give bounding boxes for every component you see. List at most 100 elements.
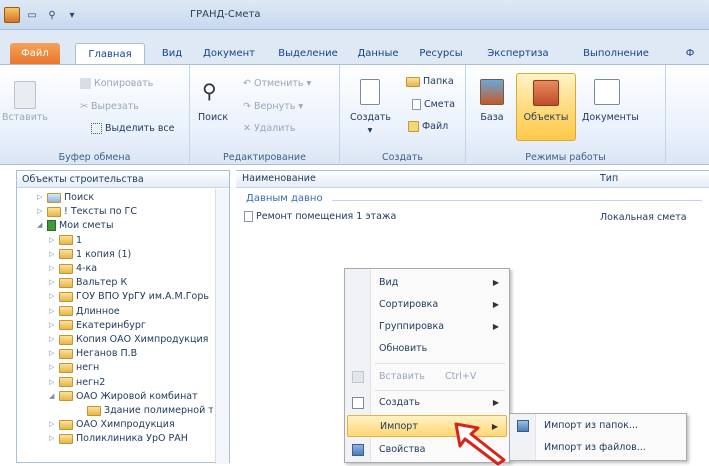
group-label-create: Создать — [381, 152, 424, 163]
tree-item-label: Екатеринбург — [76, 319, 146, 331]
expander-icon[interactable]: ▷ — [49, 319, 56, 332]
tree-item[interactable]: ▷ ! Тексты по ГС — [37, 205, 137, 218]
tab-view[interactable]: Вид — [155, 43, 189, 65]
expander-icon[interactable]: ▷ — [49, 376, 56, 389]
redo-button[interactable]: ↷ Вернуть ▾ — [243, 101, 303, 112]
red-arrow-icon — [454, 422, 506, 466]
expander-icon[interactable]: ▷ — [37, 191, 44, 204]
tab-resources[interactable]: Ресурсы — [410, 43, 472, 65]
tab-file[interactable]: Файл — [10, 43, 60, 65]
menu-item-refresh[interactable]: Обновить — [347, 338, 507, 360]
undo-button[interactable]: ↶ Отменить ▾ — [243, 78, 311, 89]
search-button[interactable]: Поиск — [198, 112, 228, 123]
tree-header: Объекты строительства — [17, 171, 229, 188]
tree-item[interactable]: ▷ ГОУ ВПО УрГУ им.А.М.Горь — [49, 290, 209, 303]
tree-item[interactable]: ◢ ОАО Жировой комбинат — [49, 390, 198, 403]
search-folder-icon — [47, 192, 61, 203]
expander-icon[interactable]: ▷ — [49, 290, 56, 303]
submenu-arrow-icon: ▶ — [492, 278, 499, 287]
group-label-editing: Редактирование — [223, 152, 306, 163]
tree-scrollbar[interactable] — [215, 189, 229, 464]
group-header[interactable]: Давным давно — [246, 193, 323, 204]
expander-icon[interactable]: ▷ — [49, 234, 56, 247]
tab-execution[interactable]: Выполнение — [574, 43, 658, 65]
expander-icon[interactable]: ▷ — [49, 248, 56, 261]
expander-icon[interactable]: ▷ — [49, 305, 56, 318]
objects-button[interactable]: Объекты — [516, 73, 576, 141]
tree-item[interactable]: ▷ Поиск — [37, 191, 94, 204]
tab-overflow[interactable]: Ф — [680, 43, 700, 65]
undo-icon: ↶ — [243, 78, 251, 89]
expander-icon[interactable]: ▷ — [49, 262, 56, 275]
folder-button[interactable]: Папка — [406, 76, 454, 87]
tree-item[interactable]: ▷ 4-ка — [49, 262, 97, 275]
tree-item[interactable]: ▷ Екатеринбург — [49, 319, 146, 332]
tree-item[interactable]: ▷ Копия ОАО Химпродукция — [49, 333, 208, 346]
tree-item[interactable]: ▷ Неганов П.В — [49, 347, 137, 360]
tree-item[interactable]: ▷ 1 копия (1) — [49, 248, 131, 261]
group-clipboard: Вставить Копировать ✂ Вырезать Выделить в… — [0, 65, 190, 165]
binoculars-icon: ⚲ — [202, 79, 217, 103]
list-row[interactable]: Ремонт помещения 1 этажа — [244, 211, 396, 222]
folder-icon — [59, 419, 73, 430]
expander-icon[interactable]: ◢ — [49, 390, 56, 403]
copy-button[interactable]: Копировать — [80, 78, 153, 89]
select-all-button[interactable]: Выделить все — [91, 123, 175, 134]
paste-button[interactable]: Вставить — [2, 112, 48, 123]
estimate-button[interactable]: Смета — [412, 99, 455, 110]
column-header-name[interactable]: Наименование — [242, 173, 316, 184]
expander-icon[interactable]: ◢ — [37, 219, 44, 232]
tree-item[interactable]: ▷ Вальтер К — [49, 276, 127, 289]
tree-item[interactable]: Здание полимерной тар — [77, 404, 213, 417]
expander-icon[interactable]: ▷ — [49, 418, 56, 431]
expander-icon[interactable]: ▷ — [37, 205, 44, 218]
save-icon[interactable]: ▭ — [24, 7, 40, 23]
menu-separator — [375, 390, 505, 391]
tab-document[interactable]: Документ — [196, 43, 262, 65]
tab-home[interactable]: Главная — [75, 43, 145, 65]
tree-item[interactable]: ▷ негн2 — [49, 376, 105, 389]
tree-item[interactable]: ▷ Длинное — [49, 305, 120, 318]
create-button[interactable]: Создать — [350, 112, 391, 123]
menu-item-view[interactable]: Вид ▶ — [347, 272, 507, 294]
delete-button[interactable]: ✕ Удалить — [243, 123, 296, 134]
menu-item-paste[interactable]: Вставить Ctrl+V — [347, 366, 507, 388]
expander-icon[interactable]: ▷ — [49, 333, 56, 346]
folder-icon — [59, 377, 73, 388]
folder-icon — [59, 277, 73, 288]
tab-data[interactable]: Данные — [352, 43, 404, 65]
base-button[interactable]: База — [476, 112, 508, 123]
tree-item-label: ОАО Химпродукция — [76, 419, 175, 431]
expander-icon[interactable]: ▷ — [49, 347, 56, 360]
folder-icon — [59, 334, 73, 345]
menu-item-import-files[interactable]: Импорт из файлов... — [512, 437, 684, 459]
menu-item-group[interactable]: Группировка ▶ — [347, 316, 507, 338]
expander-icon[interactable]: ▷ — [49, 361, 56, 374]
expander-icon[interactable]: ▷ — [49, 276, 56, 289]
tab-selection[interactable]: Выделение — [272, 43, 344, 65]
menu-item-sort[interactable]: Сортировка ▶ — [347, 294, 507, 316]
expander-icon[interactable]: ▷ — [49, 432, 56, 445]
cut-button[interactable]: ✂ Вырезать — [80, 101, 139, 112]
file-button[interactable]: Файл — [408, 121, 448, 132]
tree-item[interactable]: ▷ Поликлиника УрО РАН — [49, 432, 188, 445]
app-icon[interactable] — [4, 7, 20, 23]
tree-item[interactable]: ▷ 1 — [49, 234, 82, 247]
documents-button[interactable]: Документы — [582, 112, 639, 123]
submenu-arrow-icon: ▶ — [492, 398, 499, 407]
tab-expertise[interactable]: Экспертиза — [478, 43, 558, 65]
chevron-down-icon[interactable]: ▾ — [64, 7, 80, 23]
binoculars-icon[interactable]: ⚲ — [44, 7, 60, 23]
menu-separator — [375, 363, 505, 364]
column-header-type[interactable]: Тип — [600, 173, 618, 184]
import-icon — [517, 420, 529, 432]
group-editing: ⚲ Поиск ↶ Отменить ▾ ↷ Вернуть ▾ ✕ Удалить Ре… — [190, 65, 340, 165]
tree-item-label: ОАО Жировой комбинат — [76, 390, 198, 402]
folder-icon — [59, 320, 73, 331]
menu-item-create[interactable]: Создать ▶ — [347, 392, 507, 414]
tree-item[interactable]: ▷ ОАО Химпродукция — [49, 418, 175, 431]
tree-item[interactable]: ▷ негн — [49, 361, 99, 374]
tree-item[interactable]: ◢ Мои сметы — [37, 219, 113, 232]
quick-access-toolbar: ▭ ⚲ ▾ — [4, 5, 80, 25]
menu-item-import-folders[interactable]: Импорт из папок... — [512, 415, 684, 437]
